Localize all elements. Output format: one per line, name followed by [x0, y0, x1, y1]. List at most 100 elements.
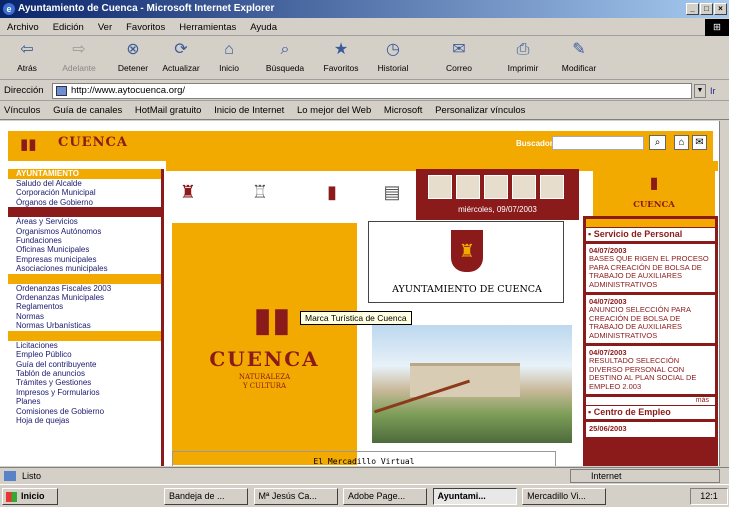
nav-item[interactable]: Organismos Autónomos [8, 227, 161, 236]
nav-item[interactable]: Comisiones de Gobierno [8, 407, 161, 416]
vertical-scrollbar[interactable] [719, 121, 729, 466]
close-button[interactable]: × [714, 3, 727, 15]
favorites-button[interactable]: ★ Favoritos [318, 39, 364, 78]
title-bar: e Ayuntamiento de Cuenca - Microsoft Int… [0, 0, 729, 18]
brand-panel[interactable]: ▮▮ CUENCA NATURALEZA Y CULTURA [172, 223, 357, 465]
home-button[interactable]: ⌂ Inicio [206, 39, 252, 78]
building-icon[interactable]: ♖ [248, 179, 272, 205]
site-search-icon[interactable]: ⌕ [649, 135, 666, 150]
nav-item[interactable]: Normas [8, 312, 161, 321]
nav-item[interactable]: Áreas y Servicios [8, 217, 161, 226]
nav-item[interactable]: Fundaciones [8, 236, 161, 245]
photo-tile-icon[interactable] [484, 175, 508, 199]
maximize-button[interactable]: □ [700, 3, 713, 15]
menu-ver[interactable]: Ver [91, 19, 119, 36]
task-button[interactable]: Mercadillo Vi... [522, 488, 607, 505]
nav-item[interactable]: Impresos y Formularios [8, 388, 161, 397]
back-label: Atrás [17, 63, 37, 73]
photo-tile-icon[interactable] [512, 175, 536, 199]
nav-item[interactable]: Guía del contribuyente [8, 360, 161, 369]
link-guia-canales[interactable]: Guía de canales [53, 102, 122, 120]
edit-button[interactable]: ✎ Modificar [556, 39, 602, 78]
brand-mark-icon: ▮▮ [253, 301, 291, 339]
link-hotmail[interactable]: HotMail gratuito [135, 102, 202, 120]
city-photo[interactable] [372, 325, 572, 443]
search-button[interactable]: ⌕ Búsqueda [262, 39, 308, 78]
site-name[interactable]: CUENCA [58, 135, 128, 150]
nav-item[interactable]: Saludo del Alcalde [8, 179, 161, 188]
menu-herramientas[interactable]: Herramientas [172, 19, 243, 36]
city-icon[interactable]: ▮ [320, 179, 344, 205]
address-value: http://www.aytocuenca.org/ [71, 85, 186, 96]
nav-item[interactable]: Planes [8, 397, 161, 406]
history-label: Historial [377, 63, 409, 73]
history-button[interactable]: ◷ Historial [370, 39, 416, 78]
link-inicio-internet[interactable]: Inicio de Internet [214, 102, 284, 120]
site-logo-icon[interactable]: ▮▮ [20, 135, 50, 157]
ayuntamiento-box[interactable]: ♜ AYUNTAMIENTO DE CUENCA [368, 221, 564, 303]
menu-archivo[interactable]: Archivo [0, 19, 46, 36]
nav-item[interactable]: Empresas municipales [8, 255, 161, 264]
photo-tile-icon[interactable] [540, 175, 564, 199]
nav-item[interactable]: Ordenanzas Municipales [8, 293, 161, 302]
window-title: Ayuntamiento de Cuenca - Microsoft Inter… [18, 3, 275, 14]
photo-tile-icon[interactable] [456, 175, 480, 199]
task-button[interactable]: Adobe Page... [343, 488, 428, 505]
nav-section-head [8, 207, 161, 218]
nav-item[interactable]: Hoja de quejas [8, 416, 161, 425]
news-item[interactable]: 04/07/2003 RESULTADO SELECCIÓN DIVERSO P… [586, 346, 715, 395]
site-search-label: Buscador [516, 139, 553, 148]
crest-icon[interactable]: ♜ [176, 179, 200, 205]
mercadillo-banner[interactable]: El Mercadillo Virtual [172, 451, 556, 466]
nav-item[interactable]: Normas Urbanísticas [8, 321, 161, 330]
nav-item[interactable]: Reglamentos [8, 302, 161, 311]
stop-button[interactable]: ⊗ Detener [110, 39, 156, 78]
print-button[interactable]: ⎙ Imprimir [500, 39, 546, 78]
news-item[interactable]: 25/06/2003 [586, 422, 715, 437]
nav-item[interactable]: Empleo Público [8, 350, 161, 359]
start-button[interactable]: Inicio [2, 488, 58, 505]
nav-item[interactable]: Asociaciones municipales [8, 264, 161, 273]
more-link[interactable]: más [586, 397, 715, 406]
nav-item[interactable]: Oficinas Municipales [8, 245, 161, 254]
site-search-input[interactable] [552, 136, 644, 150]
go-button[interactable]: Ir [710, 81, 716, 101]
taskbar: Inicio Bandeja de ... Mª Jesús Ca... Ado… [0, 484, 729, 507]
mail-button[interactable]: ✉ Correo [436, 39, 482, 78]
task-button[interactable]: Mª Jesús Ca... [253, 488, 338, 505]
site-mail-icon[interactable]: ✉ [692, 135, 707, 150]
search-icon: ⌕ [280, 41, 290, 58]
news-item[interactable]: 04/07/2003 BASES QUE RIGEN EL PROCESO PA… [586, 244, 715, 293]
task-list: Bandeja de ... Mª Jesús Ca... Adobe Page… [164, 488, 684, 505]
nav-item[interactable]: Ordenanzas Fiscales 2003 [8, 284, 161, 293]
back-button[interactable]: ⇦ Atrás [4, 39, 50, 78]
nav-item[interactable]: Trámites y Gestiones [8, 378, 161, 387]
refresh-button[interactable]: ⟳ Actualizar [158, 39, 204, 78]
menu-ayuda[interactable]: Ayuda [243, 19, 284, 36]
site-home-icon[interactable]: ⌂ [674, 135, 689, 150]
forward-icon: ⇨ [72, 41, 86, 58]
task-button-active[interactable]: Ayuntami... [432, 488, 517, 505]
news-item[interactable]: 04/07/2003 ANUNCIO SELECCIÓN PARA CREACI… [586, 295, 715, 344]
photo-tile-icon[interactable] [428, 175, 452, 199]
nav-item[interactable]: Licitaciones [8, 341, 161, 350]
menu-edicion[interactable]: Edición [46, 19, 91, 36]
nav-item[interactable]: Órganos de Gobierno [8, 198, 161, 207]
nav-item[interactable]: Corporación Municipal [8, 188, 161, 197]
address-dropdown-icon[interactable]: ▼ [694, 84, 706, 98]
nav-section-head [8, 330, 161, 341]
nav-item[interactable]: Tablón de anuncios [8, 369, 161, 378]
news-date: 25/06/2003 [589, 424, 627, 434]
forward-button[interactable]: ⇨ Adelante [56, 39, 102, 78]
edit-icon: ✎ [572, 41, 586, 58]
link-microsoft[interactable]: Microsoft [384, 102, 423, 120]
menu-favoritos[interactable]: Favoritos [119, 19, 172, 36]
cuenca-badge-text: CUENCA [633, 200, 675, 210]
document-icon[interactable]: ▤ [380, 179, 404, 205]
minimize-button[interactable]: _ [686, 3, 699, 15]
link-personalizar[interactable]: Personalizar vínculos [435, 102, 525, 120]
address-input[interactable]: http://www.aytocuenca.org/ [52, 83, 692, 99]
link-lo-mejor[interactable]: Lo mejor del Web [297, 102, 371, 120]
cuenca-badge[interactable]: ▮ CUENCA [593, 169, 715, 219]
task-button[interactable]: Bandeja de ... [164, 488, 248, 505]
